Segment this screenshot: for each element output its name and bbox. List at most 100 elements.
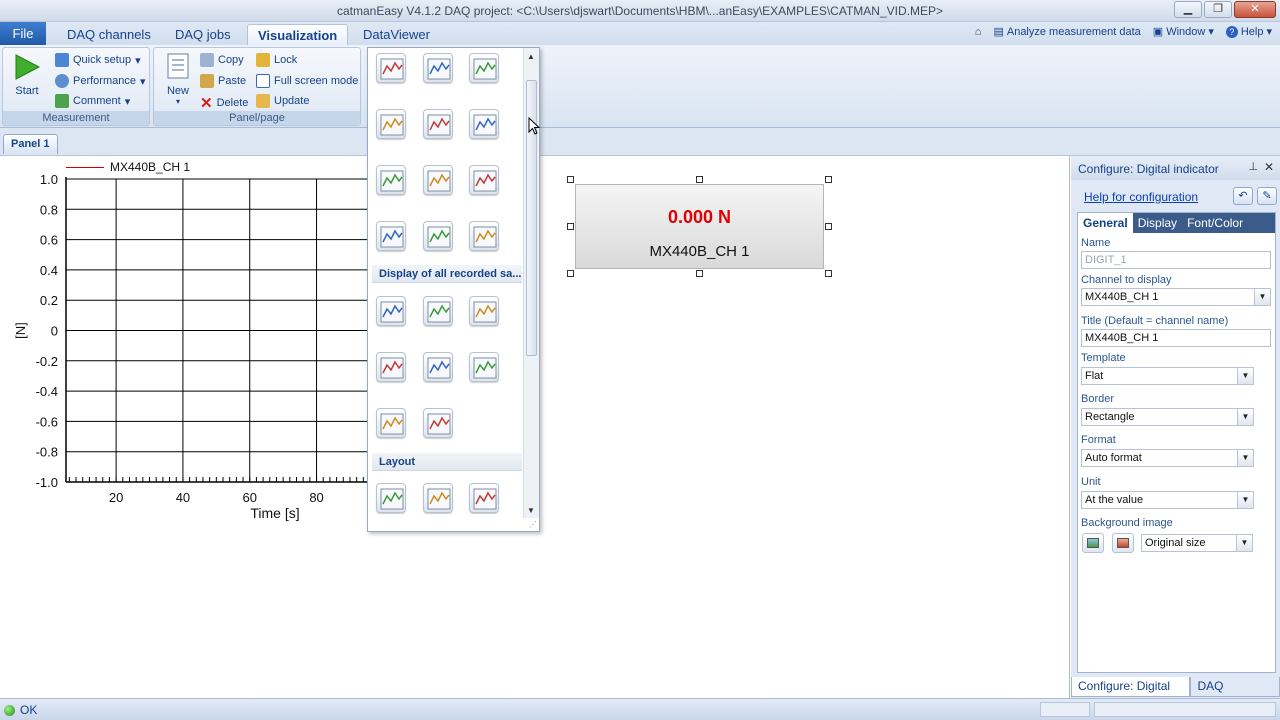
dock-tab-daq-channels[interactable]: DAQ channels [1190, 677, 1280, 712]
help-menu[interactable]: ? Help ▾ [1225, 25, 1272, 38]
spectrum-icon[interactable] [423, 165, 453, 195]
background-image-row: Original size ▼ [1081, 533, 1276, 555]
polar-plot-icon[interactable] [469, 296, 499, 326]
paste-button[interactable]: Paste [200, 74, 246, 88]
format-select[interactable]: Auto format ▼ [1081, 449, 1254, 467]
alarm-icon[interactable] [469, 352, 499, 382]
template-select[interactable]: Flat ▼ [1081, 367, 1254, 385]
border-select[interactable]: Rectangle ▼ [1081, 408, 1254, 426]
format-select-value: Auto format [1085, 452, 1142, 464]
update-button[interactable]: Update [256, 94, 309, 108]
tab-dataviewer[interactable]: DataViewer [353, 24, 440, 45]
help-link[interactable]: Help for configuration [1084, 190, 1198, 204]
image-icon[interactable] [423, 483, 453, 513]
measurement-group-label: Measurement [3, 111, 149, 125]
new-button[interactable]: New ▾ [158, 52, 198, 106]
resize-handle[interactable] [825, 223, 832, 230]
channel-select[interactable]: MX440B_CH 1 ▼ [1081, 288, 1271, 306]
area-chart-icon-glyph [380, 301, 404, 323]
start-button[interactable]: Start [9, 52, 45, 97]
resize-handle[interactable] [567, 270, 574, 277]
statistics-icon[interactable] [423, 408, 453, 438]
tab-font-color[interactable]: Font/Color [1182, 213, 1248, 233]
resize-handle[interactable] [567, 176, 574, 183]
led-lamp-icon[interactable] [469, 221, 499, 251]
remove-image-icon[interactable] [1112, 533, 1134, 553]
dock-tab-configure[interactable]: Configure: Digital i... [1071, 677, 1191, 712]
close-button[interactable]: ✕ [1234, 1, 1276, 18]
resize-handle[interactable] [696, 176, 703, 183]
paste-icon [200, 74, 214, 88]
title-bar: catmanEasy V4.1.2 DAQ project: <C:\Users… [0, 0, 1280, 22]
panel-window-icon[interactable] [376, 109, 406, 139]
home-icon[interactable]: ⌂ [975, 25, 982, 38]
title-field[interactable]: MX440B_CH 1 [1081, 329, 1271, 347]
minimize-button[interactable]: ▁ [1174, 1, 1202, 18]
resize-handle[interactable] [696, 270, 703, 277]
tab-display[interactable]: Display [1133, 213, 1182, 233]
chart-recorder-icon[interactable] [376, 221, 406, 251]
histogram-icon[interactable] [423, 352, 453, 382]
pin-icon[interactable]: ⊥ [1248, 160, 1258, 173]
delete-button[interactable]: ✕ Delete [200, 94, 248, 112]
panel-page-group: New ▾ Copy Paste ✕ Delete Lock Full scree… [153, 47, 361, 126]
area-chart-icon[interactable] [376, 296, 406, 326]
resize-grip-icon[interactable]: ⋰ [529, 520, 537, 529]
table-display-icon-glyph [427, 226, 451, 248]
performance-button[interactable]: Performance ▾ [55, 74, 146, 88]
number-table-icon[interactable] [376, 408, 406, 438]
area-chart-value-icon-glyph [427, 301, 451, 323]
copy-button[interactable]: Copy [200, 53, 244, 67]
background-size-select[interactable]: Original size ▼ [1141, 534, 1253, 552]
image-icon[interactable] [1082, 533, 1104, 553]
analyze-button[interactable]: ▤ Analyze measurement data [993, 25, 1140, 39]
x-tick-label: 40 [176, 490, 190, 505]
file-menu[interactable]: File [0, 22, 46, 45]
tab-visualization[interactable]: Visualization [247, 24, 349, 45]
full-screen-button[interactable]: Full screen mode [256, 74, 358, 88]
name-field[interactable]: DIGIT_1 [1081, 251, 1271, 269]
lock-label: Lock [274, 54, 298, 66]
text-label-icon[interactable] [376, 483, 406, 513]
quick-setup-button[interactable]: Quick setup ▾ [55, 53, 141, 67]
x-tick-label: 80 [309, 490, 323, 505]
text-list-icon[interactable] [469, 53, 499, 83]
yt-chart[interactable]: MX440B_CH 1 1.0 0.8 0.6 0.4 0.2 0 -0.2 -0.4 -0.6… [0, 156, 370, 536]
lock-button[interactable]: Lock [256, 53, 297, 67]
bargraph-icon[interactable] [469, 109, 499, 139]
resize-handle[interactable] [825, 176, 832, 183]
window-menu[interactable]: ▣ Window ▾ [1153, 25, 1214, 39]
resize-handle[interactable] [567, 223, 574, 230]
digital-indicator[interactable]: 0.000 N MX440B_CH 1 [575, 184, 824, 269]
scroll-down-icon[interactable]: ▼ [527, 506, 535, 515]
new-label: New [166, 85, 189, 97]
tab-daq-channels[interactable]: DAQ channels [57, 24, 161, 45]
lock-icon [256, 53, 270, 67]
window-label: Window [1166, 25, 1206, 38]
tab-general[interactable]: General [1078, 213, 1133, 233]
tab-daq-jobs[interactable]: DAQ jobs [165, 24, 241, 45]
area-chart-value-icon[interactable] [423, 296, 453, 326]
resize-handle[interactable] [825, 270, 832, 277]
multi-bar-icon[interactable] [376, 165, 406, 195]
numeric-display-icon[interactable] [423, 53, 453, 83]
histogram-icon-glyph [427, 357, 451, 379]
unit-select[interactable]: At the value ▼ [1081, 491, 1254, 509]
analog-meter-icon[interactable] [423, 109, 453, 139]
polar-plot-icon[interactable] [469, 165, 499, 195]
frame-window-icon[interactable] [469, 483, 499, 513]
performance-label: Performance [73, 75, 136, 87]
edit-icon[interactable]: ✎ [1257, 187, 1277, 205]
legend-entry: MX440B_CH 1 [110, 160, 191, 174]
close-icon[interactable]: ✕ [1264, 160, 1274, 174]
comment-button[interactable]: Comment ▾ [55, 94, 130, 108]
maximize-button[interactable]: ❐ [1204, 1, 1232, 18]
tab-panel-1[interactable]: Panel 1 [3, 134, 58, 154]
table-display-icon[interactable] [423, 221, 453, 251]
digital-indicator-selection[interactable]: 0.000 N MX440B_CH 1 [567, 176, 832, 277]
chart-legend: MX440B_CH 1 [66, 160, 190, 174]
line-chart-icon[interactable] [376, 53, 406, 83]
undo-icon[interactable]: ↶ [1233, 187, 1253, 205]
scroll-up-icon[interactable]: ▲ [527, 52, 535, 61]
waterfall-icon[interactable] [376, 352, 406, 382]
